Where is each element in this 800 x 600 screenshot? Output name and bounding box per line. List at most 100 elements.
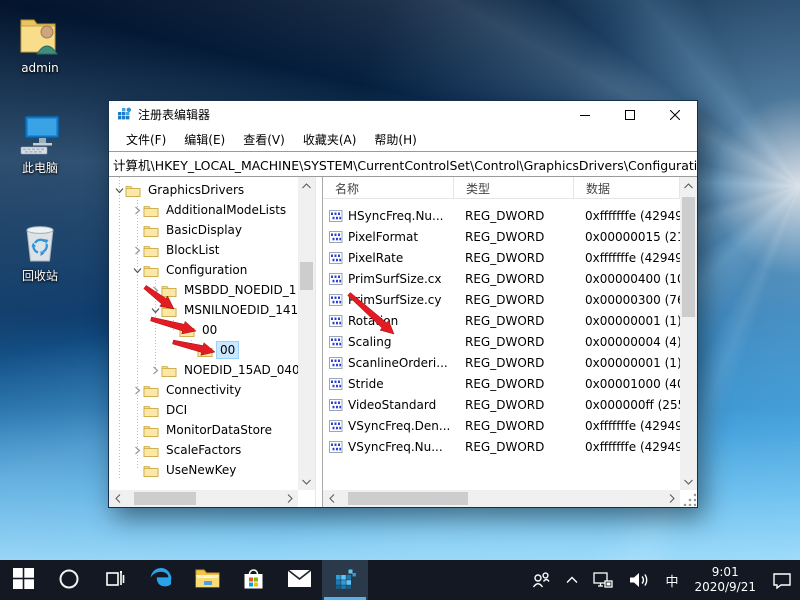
dword-icon: [329, 315, 343, 327]
scrollbar-thumb[interactable]: [300, 262, 313, 290]
tree-vertical-scrollbar[interactable]: [298, 177, 315, 490]
tray-chevron-up-icon[interactable]: [559, 560, 585, 600]
chevron-right-icon[interactable]: [149, 286, 161, 295]
tree-item-UseNewKey[interactable]: UseNewKey: [109, 460, 298, 480]
menu-item-1[interactable]: 编辑(E): [175, 129, 234, 150]
column-header-数据[interactable]: 数据: [574, 177, 680, 198]
tree-item-DCI[interactable]: DCI: [109, 400, 298, 420]
taskbar-task-view-button[interactable]: [92, 560, 138, 600]
value-row-PrimSurfSize-cx[interactable]: PrimSurfSize.cxREG_DWORD0x00000400 (1024…: [323, 268, 680, 289]
value-row-PrimSurfSize-cy[interactable]: PrimSurfSize.cyREG_DWORD0x00000300 (768): [323, 289, 680, 310]
folder-icon: [143, 264, 159, 277]
value-row-VSyncFreq-Nu---[interactable]: VSyncFreq.Nu...REG_DWORD0xfffffffe (4294…: [323, 436, 680, 457]
folder-icon: [125, 184, 141, 197]
value-row-Rotation[interactable]: RotationREG_DWORD0x00000001 (1): [323, 310, 680, 331]
scrollbar-thumb[interactable]: [348, 492, 468, 505]
tree-item-BlockList[interactable]: BlockList: [109, 240, 298, 260]
desktop-icon-此电脑[interactable]: 此电脑: [7, 110, 73, 176]
tree-item-MSNILNOEDID_141[interactable]: MSNILNOEDID_141: [109, 300, 298, 320]
chevron-down-icon[interactable]: [149, 306, 161, 315]
tree-item-ScaleFactors[interactable]: ScaleFactors: [109, 440, 298, 460]
menu-item-3[interactable]: 收藏夹(A): [294, 129, 366, 150]
value-row-PixelFormat[interactable]: PixelFormatREG_DWORD0x00000015 (21): [323, 226, 680, 247]
taskbar-store-button[interactable]: [230, 560, 276, 600]
value-row-PixelRate[interactable]: PixelRateREG_DWORD0xfffffffe (4294967294…: [323, 247, 680, 268]
taskbar-regedit-button[interactable]: [322, 560, 368, 600]
scroll-right-icon[interactable]: [281, 490, 298, 507]
value-type: REG_DWORD: [453, 335, 573, 349]
registry-editor-window: 注册表编辑器 文件(F)编辑(E)查看(V)收藏夹(A)帮助(H) 计算机\HK…: [108, 100, 698, 508]
folder-icon: [179, 324, 195, 337]
value-data: 0x00000015 (21): [573, 230, 680, 244]
taskbar-start-button[interactable]: [0, 560, 46, 600]
pane-splitter[interactable]: [315, 177, 323, 507]
column-header-名称[interactable]: 名称: [323, 177, 454, 198]
taskbar-mail-button[interactable]: [276, 560, 322, 600]
tree-item-Connectivity[interactable]: Connectivity: [109, 380, 298, 400]
tree-item-label: 00: [199, 322, 220, 338]
tree-item-GraphicsDrivers[interactable]: GraphicsDrivers: [109, 180, 298, 200]
scroll-left-icon[interactable]: [109, 490, 126, 507]
value-name: PixelFormat: [348, 230, 453, 244]
value-data: 0xfffffffe (4294967294): [573, 419, 680, 433]
chevron-right-icon[interactable]: [131, 206, 143, 215]
value-type: REG_DWORD: [453, 272, 573, 286]
tree-item-Configuration[interactable]: Configuration: [109, 260, 298, 280]
list-vertical-scrollbar[interactable]: [680, 177, 697, 490]
scroll-down-icon[interactable]: [680, 473, 697, 490]
chevron-right-icon[interactable]: [131, 386, 143, 395]
menu-item-4[interactable]: 帮助(H): [365, 129, 425, 150]
desktop-icon-回收站[interactable]: 回收站: [7, 218, 73, 284]
ime-indicator[interactable]: 中: [657, 571, 686, 590]
scroll-up-icon[interactable]: [298, 177, 315, 194]
column-header-类型[interactable]: 类型: [454, 177, 574, 198]
taskbar-clock[interactable]: 9:012020/9/21: [686, 565, 764, 595]
tree-item-MonitorDataStore[interactable]: MonitorDataStore: [109, 420, 298, 440]
chevron-right-icon[interactable]: [131, 446, 143, 455]
chevron-right-icon[interactable]: [149, 366, 161, 375]
tree-item-00[interactable]: 00: [109, 320, 298, 340]
value-row-VSyncFreq-Den---[interactable]: VSyncFreq.Den...REG_DWORD0xfffffffe (429…: [323, 415, 680, 436]
taskbar-cortana-button[interactable]: [46, 560, 92, 600]
value-row-Scaling[interactable]: ScalingREG_DWORD0x00000004 (4): [323, 331, 680, 352]
tree-item-MSBDD_NOEDID_1[interactable]: MSBDD_NOEDID_1: [109, 280, 298, 300]
tree-horizontal-scrollbar[interactable]: [109, 490, 298, 507]
maximize-button[interactable]: [607, 101, 652, 128]
dword-icon: [329, 336, 343, 348]
chevron-right-icon[interactable]: [131, 246, 143, 255]
taskbar-edge-button[interactable]: [138, 560, 184, 600]
window-title: 注册表编辑器: [138, 106, 562, 123]
tray-network-icon[interactable]: [585, 560, 621, 600]
desktop-icon-admin[interactable]: admin: [7, 12, 73, 75]
tree-item-00[interactable]: 00: [109, 340, 298, 360]
scrollbar-thumb[interactable]: [134, 492, 196, 505]
tree-item-BasicDisplay[interactable]: BasicDisplay: [109, 220, 298, 240]
action-center-icon[interactable]: [764, 560, 800, 600]
tray-volume-icon[interactable]: [621, 560, 657, 600]
scroll-up-icon[interactable]: [680, 177, 697, 194]
value-row-Stride[interactable]: StrideREG_DWORD0x00001000 (4096): [323, 373, 680, 394]
title-bar[interactable]: 注册表编辑器: [109, 101, 697, 128]
tree-item-AdditionalModeLists[interactable]: AdditionalModeLists: [109, 200, 298, 220]
tree-pane: GraphicsDriversAdditionalModeListsBasicD…: [109, 177, 315, 507]
address-bar[interactable]: 计算机\HKEY_LOCAL_MACHINE\SYSTEM\CurrentCon…: [109, 151, 697, 177]
mail-icon: [287, 569, 312, 591]
value-data: 0xfffffffe (4294967294): [573, 251, 680, 265]
scroll-right-icon[interactable]: [663, 490, 680, 507]
value-row-HSyncFreq-Nu---[interactable]: HSyncFreq.Nu...REG_DWORD0xfffffffe (4294…: [323, 205, 680, 226]
taskbar-file-explorer-button[interactable]: [184, 560, 230, 600]
chevron-down-icon[interactable]: [113, 186, 125, 195]
menu-item-2[interactable]: 查看(V): [234, 129, 294, 150]
list-horizontal-scrollbar[interactable]: [323, 490, 680, 507]
value-row-ScanlineOrderi---[interactable]: ScanlineOrderi...REG_DWORD0x00000001 (1): [323, 352, 680, 373]
value-row-VideoStandard[interactable]: VideoStandardREG_DWORD0x000000ff (255): [323, 394, 680, 415]
scrollbar-thumb[interactable]: [682, 197, 695, 317]
scroll-down-icon[interactable]: [298, 473, 315, 490]
tree-item-NOEDID_15AD_040[interactable]: NOEDID_15AD_040: [109, 360, 298, 380]
chevron-down-icon[interactable]: [131, 266, 143, 275]
close-button[interactable]: [652, 101, 697, 128]
tray-people-icon[interactable]: [523, 560, 559, 600]
minimize-button[interactable]: [562, 101, 607, 128]
scroll-left-icon[interactable]: [323, 490, 340, 507]
menu-item-0[interactable]: 文件(F): [117, 129, 175, 150]
